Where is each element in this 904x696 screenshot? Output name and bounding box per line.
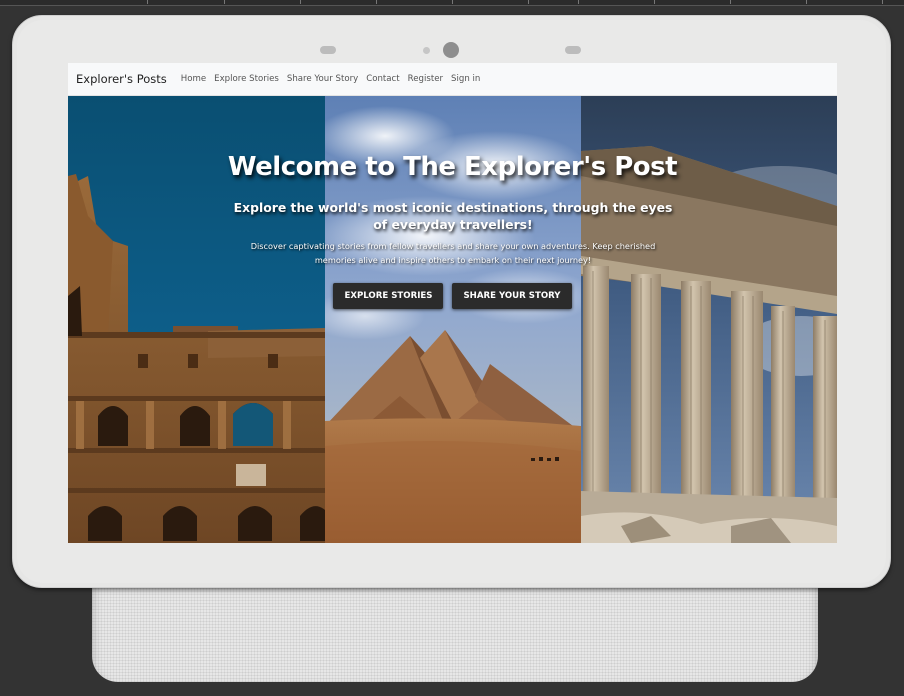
nav-contact-link[interactable]: Contact xyxy=(366,74,399,84)
top-navbar: Explorer's Posts Home Explore Stories Sh… xyxy=(68,63,837,96)
nav-explore-stories-link[interactable]: Explore Stories xyxy=(214,74,279,84)
nav-register-link[interactable]: Register xyxy=(408,74,443,84)
site-brand-link[interactable]: Explorer's Posts xyxy=(76,72,167,86)
hero-description: Discover captivating stories from fellow… xyxy=(250,241,656,265)
top-ruler xyxy=(0,0,904,6)
nav-sign-in-link[interactable]: Sign in xyxy=(451,74,480,84)
hero-buttons: EXPLORE STORIES SHARE YOUR STORY xyxy=(68,283,837,309)
left-sensor-icon xyxy=(320,46,336,54)
camera-icon xyxy=(443,42,459,58)
device-screen: Explorer's Posts Home Explore Stories Sh… xyxy=(68,63,837,543)
nav-share-your-story-link[interactable]: Share Your Story xyxy=(287,74,358,84)
hero-subtitle: Explore the world's most iconic destinat… xyxy=(233,200,673,232)
right-sensor-icon xyxy=(565,46,581,54)
light-sensor-icon xyxy=(423,47,430,54)
hero-content: Welcome to The Explorer's Post Explore t… xyxy=(68,96,837,543)
display-mockup: Explorer's Posts Home Explore Stories Sh… xyxy=(0,0,904,696)
nav-links: Home Explore Stories Share Your Story Co… xyxy=(181,74,489,84)
hero-title: Welcome to The Explorer's Post xyxy=(227,152,678,182)
nav-home-link[interactable]: Home xyxy=(181,74,206,84)
share-your-story-button[interactable]: SHARE YOUR STORY xyxy=(452,283,572,309)
explore-stories-button[interactable]: EXPLORE STORIES xyxy=(333,283,444,309)
